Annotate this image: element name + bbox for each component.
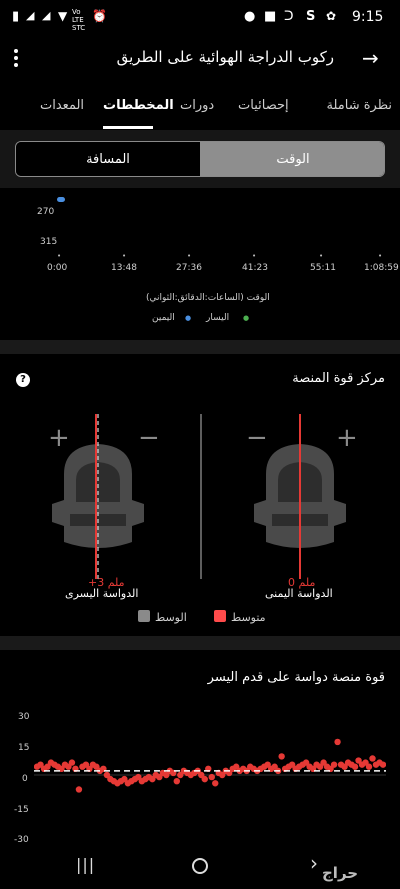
- home-icon[interactable]: [192, 858, 208, 874]
- x-tick: 13:48: [111, 263, 137, 273]
- scatter-point: [278, 753, 285, 760]
- arrow-right-icon[interactable]: →: [362, 46, 379, 70]
- left-pedal: + −: [48, 414, 160, 579]
- carrier-label: Vo LTE STC: [72, 8, 86, 32]
- left-pedal-cleat: [76, 462, 120, 502]
- scatter-point: [75, 786, 83, 793]
- scatter-title: قوة منصة دواسة على قدم اليسر: [207, 670, 385, 685]
- notification-c-icon: ᑐ: [284, 9, 294, 24]
- x-tick-dot: •: [252, 252, 257, 260]
- x-tick-dot: •: [187, 252, 192, 260]
- alarm-icon: ⏰: [92, 9, 107, 23]
- x-tick-dot: •: [319, 252, 324, 260]
- scatter-point: [351, 763, 359, 770]
- y-tick: 270: [37, 207, 55, 217]
- legend-center-swatch: [138, 610, 150, 622]
- pedal-diagram: + − − +: [48, 414, 358, 579]
- right-pedal: − +: [246, 414, 358, 579]
- legend-average-swatch: [214, 610, 226, 622]
- platform-center-title: مركز قوة المنصة: [292, 371, 385, 386]
- wifi-icon: ▼: [58, 9, 68, 23]
- minus-icon: −: [138, 423, 160, 453]
- scatter-point: [334, 738, 341, 746]
- signal-icon-2: ◢: [42, 9, 51, 22]
- tab-gear[interactable]: المعدات: [40, 98, 84, 113]
- x-tick-dot: •: [378, 252, 383, 260]
- x-tick: 41:23: [242, 263, 268, 273]
- scatter-point: [330, 761, 338, 768]
- left-pedal-name: الدواسة اليسرى: [65, 587, 139, 600]
- time-chart: 270 315 • • • • • • 0:00 13:48 27:36 41:…: [0, 188, 400, 340]
- tab-laps[interactable]: دورات: [180, 98, 214, 113]
- y-tick: 0: [22, 774, 28, 784]
- legend-right-dot: ●: [185, 314, 192, 322]
- x-tick-dot: •: [57, 252, 62, 260]
- x-tick: 1:08:59: [364, 263, 399, 273]
- watermark-logo: حراج: [322, 864, 359, 882]
- battery-icon: ▮: [12, 9, 20, 24]
- legend-left-dot: ●: [243, 314, 250, 322]
- y-tick: 30: [18, 712, 30, 722]
- legend-right-label: اليمين: [152, 313, 175, 323]
- tab-stats[interactable]: إحصائيات: [238, 98, 289, 113]
- scatter-point: [365, 763, 373, 770]
- plus-icon: +: [336, 423, 358, 453]
- notification-square-icon: ■: [264, 9, 277, 24]
- x-tick: 0:00: [47, 263, 68, 273]
- y-tick: 15: [18, 743, 30, 753]
- platform-offset-scatter-card: قوة منصة دواسة على قدم اليسر 30 15 0 -15…: [0, 650, 400, 845]
- plus-icon: +: [48, 423, 70, 453]
- system-nav-bar: ||| › حراج: [0, 840, 400, 889]
- scatter-point: [173, 778, 180, 785]
- legend-average-label: متوسط: [231, 611, 266, 624]
- settings-icon: ✿: [326, 9, 337, 23]
- scatter-plot: [34, 738, 386, 793]
- help-icon[interactable]: ?: [16, 373, 30, 387]
- tab-charts[interactable]: المخططات: [103, 98, 174, 113]
- x-tick: 27:36: [176, 263, 202, 273]
- tab-overview[interactable]: نظرة شاملة: [327, 98, 393, 113]
- data-point: [57, 197, 65, 202]
- minus-icon: −: [246, 423, 268, 453]
- distance-option[interactable]: المسافة: [16, 142, 200, 176]
- scatter-point: [201, 775, 208, 783]
- time-option[interactable]: الوقت: [200, 142, 384, 176]
- legend-center-label: الوسط: [155, 611, 187, 624]
- tab-bar: نظرة شاملة إحصائيات دورات المخططات المعد…: [0, 86, 400, 130]
- time-distance-toggle: المسافة الوقت: [15, 141, 385, 177]
- more-vert-icon[interactable]: [14, 48, 20, 70]
- x-axis-label: الوقت (الساعات:الدقائق:الثواني): [146, 293, 270, 303]
- scatter-point: [212, 780, 219, 787]
- platform-center-card: ? مركز قوة المنصة + − − + +3 ملم الدواسة…: [0, 354, 400, 636]
- back-icon[interactable]: ›: [310, 851, 318, 875]
- scatter-point: [68, 759, 76, 766]
- section-divider: [0, 340, 400, 354]
- x-tick-dot: •: [122, 252, 127, 260]
- app-header: ركوب الدراجة الهوائية على الطريق →: [0, 34, 400, 86]
- clock: 9:15: [352, 9, 384, 25]
- y-tick: -15: [14, 805, 29, 815]
- recents-icon[interactable]: |||: [76, 855, 95, 874]
- tab-active-indicator: [103, 126, 153, 129]
- right-pedal-name: الدواسة اليمنى: [265, 587, 333, 600]
- y-tick: 315: [40, 237, 58, 247]
- status-bar: ▮ ◢ ◢ ▼ Vo LTE STC ⏰ ● ■ ᑐ S ✿ 9:15: [0, 0, 400, 34]
- scatter-point: [379, 761, 386, 768]
- scatter-point: [369, 755, 376, 762]
- signal-icon: ◢: [26, 9, 35, 22]
- page-title: ركوب الدراجة الهوائية على الطريق: [116, 48, 334, 66]
- section-divider: [0, 636, 400, 650]
- notification-s-icon: S: [306, 9, 316, 24]
- segmented-section: المسافة الوقت: [0, 130, 400, 188]
- scatter-point: [208, 773, 215, 781]
- notification-dot-icon: ●: [244, 9, 256, 24]
- legend-left-label: اليسار: [206, 313, 230, 323]
- x-tick: 55:11: [310, 263, 336, 273]
